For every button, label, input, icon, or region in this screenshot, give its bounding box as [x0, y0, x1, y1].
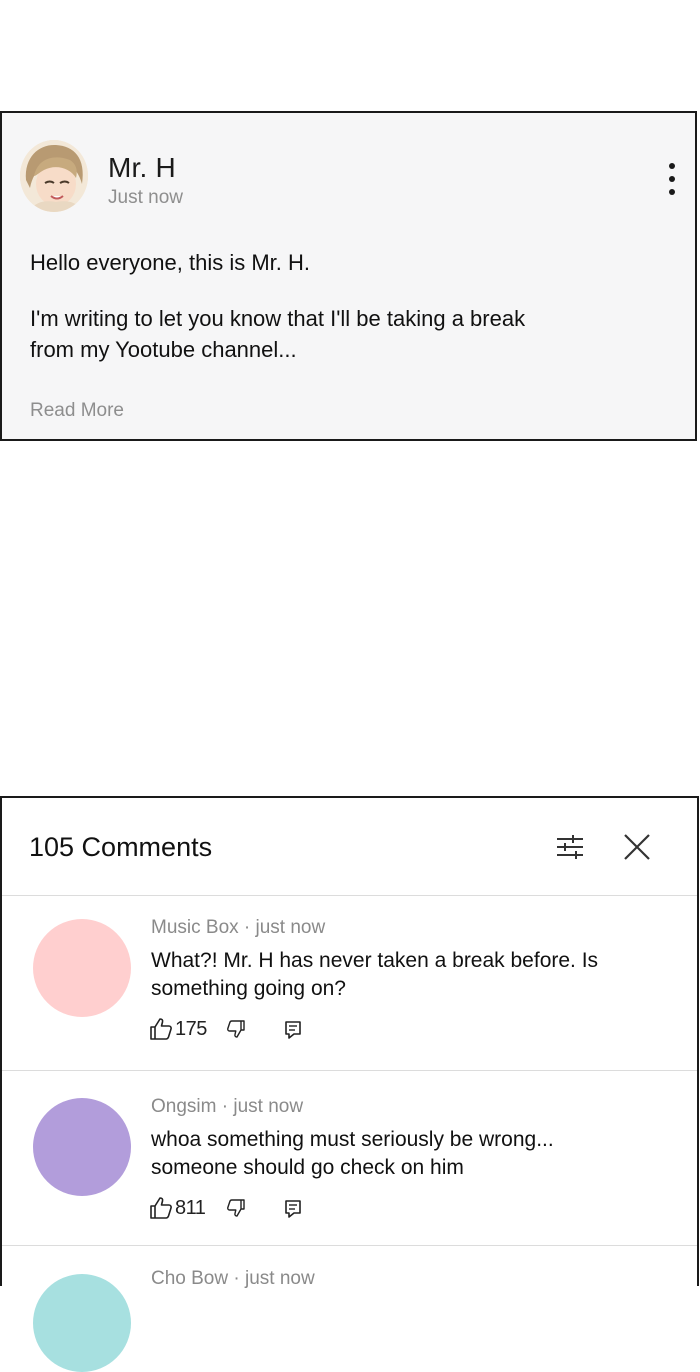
avatar[interactable] [20, 140, 88, 212]
thumbs-up-icon[interactable] [149, 1196, 173, 1220]
read-more-link[interactable]: Read More [30, 400, 124, 422]
comment-text: whoa something must seriously be wrong..… [151, 1128, 554, 1179]
post-author-name[interactable]: Mr. H [108, 152, 176, 184]
like-count: 811 [175, 1197, 206, 1219]
thumbs-up-icon[interactable] [149, 1017, 173, 1041]
close-icon[interactable] [621, 832, 653, 862]
post-timestamp: Just now [108, 187, 183, 208]
comment-divider [2, 1245, 697, 1246]
comment-meta: Ongsim · just now [151, 1096, 304, 1117]
thumbs-down-icon[interactable] [224, 1019, 246, 1041]
sliders-icon[interactable] [554, 832, 586, 862]
post-card [0, 111, 697, 441]
comment-avatar[interactable] [33, 1274, 131, 1372]
comment-divider [2, 1070, 697, 1071]
comments-count-title: 105 Comments [29, 832, 213, 862]
comment-meta: Cho Bow · just now [151, 1268, 315, 1289]
like-count: 175 [175, 1018, 207, 1040]
avatar-portrait-icon [20, 140, 88, 212]
comments-panel [0, 796, 699, 1286]
header-divider [2, 895, 697, 896]
post-greeting: Hello everyone, this is Mr. H. [30, 250, 310, 275]
comment-icon[interactable] [284, 1199, 302, 1219]
comment-icon[interactable] [284, 1020, 302, 1040]
comment-text: What?! Mr. H has never taken a break bef… [151, 949, 599, 1000]
more-vert-icon[interactable] [664, 163, 680, 197]
comment-meta: Music Box · just now [151, 917, 326, 938]
comment-avatar[interactable] [33, 919, 131, 1017]
post-body: I'm writing to let you know that I'll be… [30, 306, 526, 362]
comment-avatar[interactable] [33, 1098, 131, 1196]
thumbs-down-icon[interactable] [224, 1198, 246, 1220]
